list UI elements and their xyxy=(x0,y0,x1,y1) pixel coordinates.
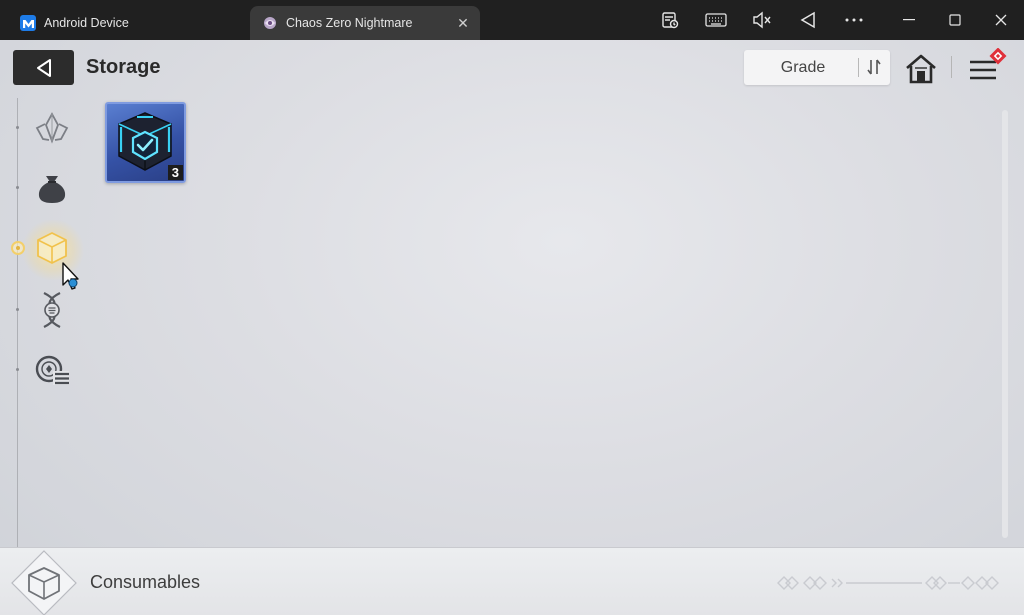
item-count-badge: 3 xyxy=(167,165,183,180)
cube-icon xyxy=(37,232,67,264)
sort-label: Grade xyxy=(780,59,826,76)
divider xyxy=(858,58,859,77)
sidebar-item-genes[interactable] xyxy=(30,288,74,332)
game-screen: Storage Grade 3 Consumables xyxy=(0,40,1024,615)
dna-icon xyxy=(43,292,61,328)
maximize-icon[interactable] xyxy=(940,8,970,32)
close-icon[interactable] xyxy=(986,8,1016,32)
category-cube-icon xyxy=(11,550,77,615)
rail-dot xyxy=(16,186,19,189)
ornament-icon xyxy=(777,576,999,590)
sort-grade-button[interactable]: Grade xyxy=(744,50,890,85)
tab-android-device[interactable]: Android Device xyxy=(8,6,248,40)
minimize-icon[interactable] xyxy=(894,8,924,32)
tab-close-icon[interactable]: ✕ xyxy=(456,16,470,30)
pouch-icon xyxy=(38,176,66,203)
home-icon[interactable] xyxy=(904,52,938,86)
mute-icon[interactable] xyxy=(747,8,777,32)
sidebar-rail xyxy=(17,98,18,548)
rail-dot xyxy=(16,126,19,129)
back-icon[interactable] xyxy=(793,8,823,32)
header-divider xyxy=(951,56,952,78)
disc-list-icon xyxy=(35,355,69,385)
back-arrow-icon xyxy=(36,58,51,77)
back-button[interactable] xyxy=(13,50,74,85)
crystal-icon xyxy=(35,112,69,144)
tab-chaos-zero-nightmare[interactable]: Chaos Zero Nightmare ✕ xyxy=(250,6,480,40)
sidebar-item-pouch[interactable] xyxy=(30,166,74,210)
sidebar-item-materials[interactable] xyxy=(30,106,74,150)
rail-dot xyxy=(16,368,19,371)
category-label: Consumables xyxy=(90,572,201,592)
rail-dot xyxy=(16,308,19,311)
more-icon[interactable] xyxy=(839,8,869,32)
keyboard-icon[interactable] xyxy=(701,8,731,32)
tab-label: Chaos Zero Nightmare xyxy=(286,16,413,30)
page-title: Storage xyxy=(86,56,161,78)
category-footer: Consumables xyxy=(0,547,1024,615)
scrollbar[interactable] xyxy=(1002,110,1008,538)
active-indicator xyxy=(11,241,25,255)
sort-order-icon[interactable] xyxy=(865,57,883,77)
menu-icon[interactable] xyxy=(966,48,1010,88)
game-icon xyxy=(262,15,278,31)
screenshot-icon[interactable] xyxy=(655,8,685,32)
mouse-cursor-icon xyxy=(62,262,79,290)
app-icon xyxy=(20,15,36,31)
tab-label: Android Device xyxy=(44,16,129,30)
title-bar: Android Device Chaos Zero Nightmare ✕ xyxy=(0,0,1024,40)
sidebar-item-records[interactable] xyxy=(30,348,74,392)
item-slot[interactable]: 3 xyxy=(105,102,186,183)
